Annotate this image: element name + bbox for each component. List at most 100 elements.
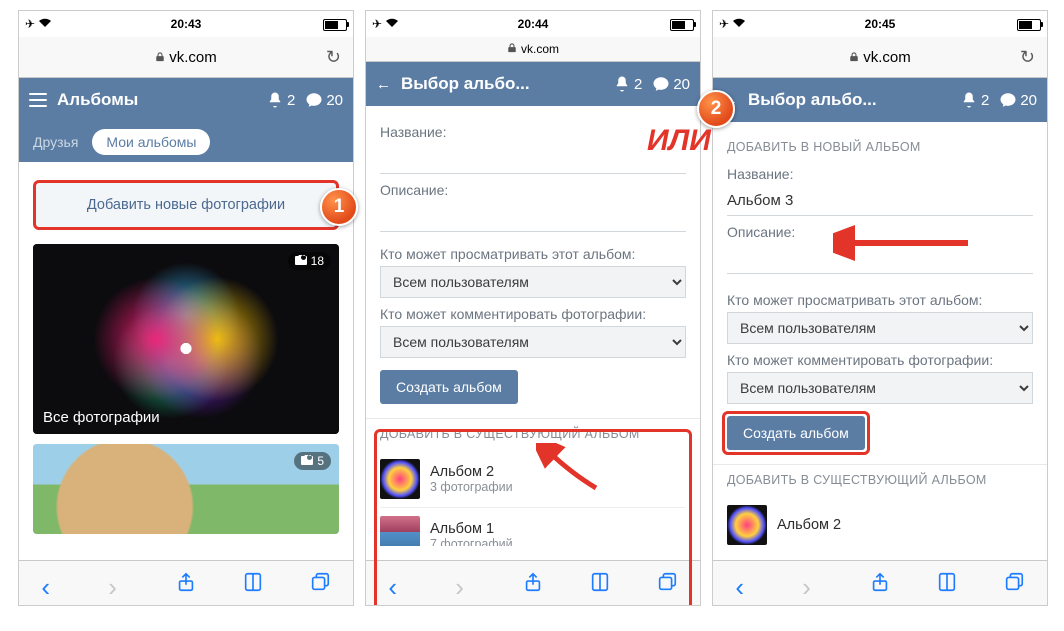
tabs-button[interactable] <box>309 571 331 596</box>
url-domain: vk.com <box>521 42 559 56</box>
album-all-photos[interactable]: 18 Все фотографии <box>33 244 339 434</box>
nav-back-button[interactable]: ‹ <box>41 572 63 594</box>
back-button[interactable]: ← <box>376 76 391 93</box>
album-sub: 7 фотографий <box>430 537 513 546</box>
notifications-button[interactable]: 2 <box>960 91 989 109</box>
notif-count: 2 <box>287 92 295 109</box>
label-who-view: Кто может просматривать этот альбом: <box>727 292 1033 308</box>
status-time: 20:43 <box>105 17 267 31</box>
msg-count: 20 <box>673 76 690 93</box>
camera-icon <box>295 254 307 268</box>
safari-toolbar: ‹ › <box>19 560 353 605</box>
label-name: Название: <box>380 124 686 140</box>
page-title: Альбомы <box>57 90 256 110</box>
chat-icon <box>652 75 670 93</box>
messages-button[interactable]: 20 <box>305 91 343 109</box>
label-description: Описание: <box>380 182 686 198</box>
label-who-view: Кто может просматривать этот альбом: <box>380 246 686 262</box>
album-thumb <box>727 505 767 545</box>
safari-url-bar[interactable]: vk.com <box>366 37 700 62</box>
tab-friends[interactable]: Друзья <box>33 134 78 150</box>
annotation-marker-1: 1 <box>320 188 358 226</box>
who-view-select[interactable]: Всем пользователям <box>380 266 686 298</box>
notifications-button[interactable]: 2 <box>266 91 295 109</box>
name-input[interactable] <box>727 186 1033 216</box>
ios-status-bar: ✈︎ 20:43 <box>19 11 353 37</box>
nav-forward-button[interactable]: › <box>455 572 477 594</box>
album-tabs: Друзья Мои альбомы <box>19 122 353 162</box>
album-name: Альбом 2 <box>777 517 841 533</box>
status-time: 20:45 <box>799 17 961 31</box>
wifi-icon <box>385 17 399 31</box>
url-domain: vk.com <box>863 49 911 66</box>
reload-icon[interactable]: ↻ <box>326 47 341 68</box>
add-photos-button[interactable]: Добавить новые фотографии <box>33 180 339 230</box>
chat-icon <box>999 91 1017 109</box>
airplane-mode-icon: ✈︎ <box>372 17 382 31</box>
who-comment-select[interactable]: Всем пользователям <box>380 326 686 358</box>
bell-icon <box>266 91 284 109</box>
airplane-mode-icon: ✈︎ <box>25 17 35 31</box>
share-button[interactable] <box>869 571 891 596</box>
messages-button[interactable]: 20 <box>652 75 690 93</box>
phone-screenshot-3: ✈︎ 20:45 vk.com ↻ ← Выбор альбо... 2 20 <box>712 10 1048 606</box>
safari-url-bar[interactable]: vk.com ↻ <box>19 37 353 78</box>
url-domain: vk.com <box>169 49 217 66</box>
tabs-button[interactable] <box>1003 571 1025 596</box>
bookmarks-button[interactable] <box>242 571 264 596</box>
label-name: Название: <box>727 166 1033 182</box>
page-title: Выбор альбо... <box>401 74 603 94</box>
nav-forward-button[interactable]: › <box>802 572 824 594</box>
safari-toolbar: ‹ › <box>366 560 700 605</box>
nav-forward-button[interactable]: › <box>108 572 130 594</box>
create-album-button[interactable]: Создать альбом <box>727 416 865 450</box>
existing-album-item[interactable]: Альбом 2 <box>727 497 1033 553</box>
camera-icon <box>301 454 313 468</box>
album-thumb <box>380 516 420 546</box>
existing-album-item[interactable]: Альбом 2 3 фотографии <box>380 451 686 508</box>
tab-my-albums[interactable]: Мои альбомы <box>92 129 210 155</box>
nav-back-button[interactable]: ‹ <box>735 572 757 594</box>
bookmarks-button[interactable] <box>589 571 611 596</box>
photo-count-badge: 5 <box>294 452 331 470</box>
safari-url-bar[interactable]: vk.com ↻ <box>713 37 1047 78</box>
vk-header: ← Выбор альбо... 2 20 <box>713 78 1047 122</box>
msg-count: 20 <box>326 92 343 109</box>
vk-header: Альбомы 2 20 <box>19 78 353 122</box>
ios-status-bar: ✈︎ 20:45 <box>713 11 1047 37</box>
bell-icon <box>613 75 631 93</box>
notif-count: 2 <box>634 76 642 93</box>
create-album-button[interactable]: Создать альбом <box>380 370 518 404</box>
description-input[interactable] <box>380 202 686 232</box>
wifi-icon <box>38 17 52 31</box>
lock-icon <box>155 49 165 66</box>
who-comment-select[interactable]: Всем пользователям <box>727 372 1033 404</box>
share-button[interactable] <box>522 571 544 596</box>
chat-icon <box>305 91 323 109</box>
safari-toolbar: ‹ › <box>713 560 1047 605</box>
notifications-button[interactable]: 2 <box>613 75 642 93</box>
section-existing-album: ДОБАВИТЬ В СУЩЕСТВУЮЩИЙ АЛЬБОМ <box>713 464 1047 491</box>
battery-icon <box>670 19 694 31</box>
notif-count: 2 <box>981 92 989 109</box>
page-title: Выбор альбо... <box>748 90 950 110</box>
wifi-icon <box>732 17 746 31</box>
annotation-arrow <box>536 443 606 493</box>
phone-screenshot-1: ✈︎ 20:43 vk.com ↻ Альбомы <box>18 10 354 606</box>
share-button[interactable] <box>175 571 197 596</box>
ios-status-bar: ✈︎ 20:44 <box>366 11 700 37</box>
vk-header: ← Выбор альбо... 2 20 <box>366 62 700 106</box>
messages-button[interactable]: 20 <box>999 91 1037 109</box>
nav-back-button[interactable]: ‹ <box>388 572 410 594</box>
album-card-2[interactable]: 5 <box>33 444 339 534</box>
who-view-select[interactable]: Всем пользователям <box>727 312 1033 344</box>
name-input[interactable] <box>380 144 686 174</box>
existing-album-item[interactable]: Альбом 1 7 фотографий <box>380 508 686 546</box>
annotation-or-label: ИЛИ <box>647 124 711 158</box>
reload-icon[interactable]: ↻ <box>1020 47 1035 68</box>
menu-button[interactable] <box>29 93 47 107</box>
tabs-button[interactable] <box>656 571 678 596</box>
album-title: Все фотографии <box>43 409 160 426</box>
bookmarks-button[interactable] <box>936 571 958 596</box>
lock-icon <box>849 49 859 66</box>
